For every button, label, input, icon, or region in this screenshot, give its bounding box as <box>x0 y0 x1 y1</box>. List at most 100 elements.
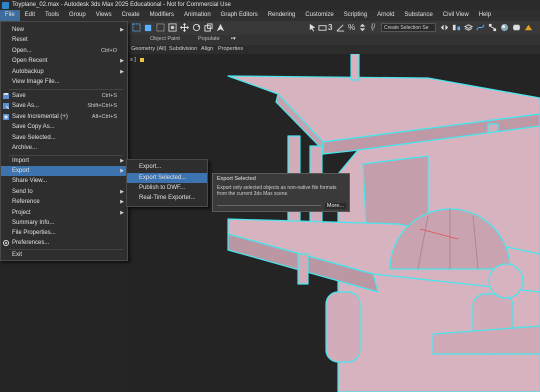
file-menu-reset[interactable]: Reset <box>1 35 127 45</box>
export-selected-item[interactable]: Export Selected... <box>127 173 207 183</box>
menu-item-label: Preferences... <box>12 240 50 246</box>
ribbon-populate[interactable]: Populate <box>198 36 220 42</box>
tab-subdivision[interactable]: Subdivision <box>166 45 200 54</box>
percent-snap-icon[interactable]: % <box>348 23 355 33</box>
select-region-icon[interactable] <box>132 23 141 32</box>
file-menu-open[interactable]: Open... Ctrl+O <box>1 46 127 56</box>
rotate-icon[interactable] <box>192 23 201 32</box>
menu-customize[interactable]: Customize <box>300 10 338 21</box>
schematic-view-icon[interactable] <box>488 23 497 32</box>
menu-civil-view[interactable]: Civil View <box>438 10 474 21</box>
mirror-icon[interactable] <box>440 23 449 32</box>
file-menu-open-recent[interactable]: Open Recent ▶ <box>1 56 127 66</box>
menu-item-label: Send to <box>12 189 33 195</box>
file-menu-archive[interactable]: Archive... <box>1 143 127 153</box>
menu-item-label: Export <box>12 168 30 174</box>
file-menu-export[interactable]: Export ▶ <box>1 166 127 176</box>
move-icon[interactable] <box>180 23 189 32</box>
menu-arnold[interactable]: Arnold <box>372 10 399 21</box>
toy-plane-model[interactable] <box>128 54 540 392</box>
layer-explorer-icon[interactable] <box>464 23 473 32</box>
file-menu-project[interactable]: Project ▶ <box>1 208 127 218</box>
file-menu-preferences[interactable]: Preferences... <box>1 238 127 248</box>
menu-scripting[interactable]: Scripting <box>339 10 372 21</box>
tab-align[interactable]: Align <box>198 45 216 54</box>
file-menu-send-to[interactable]: Send to ▶ <box>1 187 127 197</box>
ribbon-dropdown-icon[interactable]: ▪▾ <box>231 36 236 42</box>
snap-3d-icon[interactable]: 3 <box>328 23 332 33</box>
menu-substance[interactable]: Substance <box>399 10 437 21</box>
menu-item-label: Publish to DWF... <box>139 185 186 191</box>
menu-rendering[interactable]: Rendering <box>263 10 301 21</box>
tooltip-title: Export Selected <box>217 176 256 182</box>
menu-item-label: Exit <box>12 252 23 258</box>
ribbon-top: Object Paint Populate ▪▾ <box>128 35 540 45</box>
file-menu-save-selected[interactable]: Save Selected... <box>1 133 127 143</box>
ribbon-object-paint[interactable]: Object Paint <box>150 36 180 42</box>
ribbon-tabs: Geometry (All) Subdivision Align Propert… <box>128 45 540 54</box>
file-menu-import[interactable]: Import ▶ <box>1 156 127 166</box>
keyboard-shortcut-icon[interactable] <box>318 23 327 32</box>
file-menu-save-copy-as[interactable]: Save Copy As... <box>1 122 127 132</box>
menu-group[interactable]: Group <box>64 10 91 21</box>
real-time-exporter-item[interactable]: Real-Time Exporter... <box>127 193 207 203</box>
selection-set-dropdown[interactable]: Create Selection Se <box>381 23 436 32</box>
perspective-viewport[interactable]: s ] <box>128 54 540 392</box>
menu-item-label: Autobackup <box>12 69 44 75</box>
menu-separator <box>9 89 123 90</box>
menu-tools[interactable]: Tools <box>40 10 64 21</box>
export-submenu: Export... Export Selected... Publish to … <box>126 159 208 207</box>
render-setup-icon[interactable] <box>512 23 521 32</box>
file-menu-file-properties[interactable]: File Properties... <box>1 228 127 238</box>
file-menu-reference[interactable]: Reference ▶ <box>1 197 127 207</box>
spinner-snap-icon[interactable] <box>358 23 367 32</box>
window-crossing-icon[interactable] <box>168 23 177 32</box>
menu-file[interactable]: File <box>0 10 20 21</box>
menu-views[interactable]: Views <box>91 10 117 21</box>
menu-item-label: Save Selected... <box>12 135 56 141</box>
file-menu-save-as[interactable]: Save As... Shift+Ctrl+S <box>1 101 127 111</box>
file-menu-exit[interactable]: Exit <box>1 250 127 260</box>
save-incremental-icon <box>3 114 9 120</box>
tab-properties[interactable]: Properties <box>215 45 246 54</box>
region-select-icon[interactable] <box>156 23 165 32</box>
menu-edit[interactable]: Edit <box>20 10 40 21</box>
named-selection-icon[interactable]: {/ <box>371 23 375 33</box>
menu-item-label: Reset <box>12 37 28 43</box>
file-menu-save[interactable]: Save Ctrl+S <box>1 91 127 101</box>
export-item[interactable]: Export... <box>127 162 207 172</box>
material-editor-icon[interactable] <box>500 23 509 32</box>
select-object-icon[interactable] <box>144 23 153 32</box>
menu-item-shortcut: Alt+Ctrl+S <box>91 114 117 120</box>
curve-editor-icon[interactable] <box>476 23 485 32</box>
file-menu-autobackup[interactable]: Autobackup ▶ <box>1 67 127 77</box>
file-menu-summary-info[interactable]: Summary Info... <box>1 218 127 228</box>
menu-graph-editors[interactable]: Graph Editors <box>216 10 263 21</box>
place-icon[interactable] <box>216 23 225 32</box>
menu-animation[interactable]: Animation <box>179 10 216 21</box>
menu-create[interactable]: Create <box>117 10 145 21</box>
menu-item-label: Open... <box>12 48 32 54</box>
tooltip-more-link[interactable]: More... <box>324 203 346 209</box>
menu-modifiers[interactable]: Modifiers <box>145 10 179 21</box>
render-frame-icon[interactable] <box>524 23 533 32</box>
menu-item-label: Save Copy As... <box>12 124 55 130</box>
file-menu-view-image[interactable]: View Image File... <box>1 77 127 87</box>
select-manipulate-icon[interactable] <box>308 23 317 32</box>
menu-item-label: Real-Time Exporter... <box>139 195 196 201</box>
menu-help[interactable]: Help <box>474 10 496 21</box>
file-menu-share-view[interactable]: Share View... <box>1 176 127 186</box>
publish-to-dwf-item[interactable]: Publish to DWF... <box>127 183 207 193</box>
tooltip-divider <box>217 205 321 206</box>
menu-item-shortcut: Ctrl+O <box>100 48 117 54</box>
save-as-icon <box>3 103 9 109</box>
tab-geometry-all[interactable]: Geometry (All) <box>128 45 169 54</box>
file-menu-save-incremental[interactable]: Save Incremental (+) Alt+Ctrl+S <box>1 112 127 122</box>
angle-snap-icon[interactable] <box>336 23 345 32</box>
menu-item-label: Export... <box>139 164 162 170</box>
file-menu-new[interactable]: New ▶ <box>1 25 127 35</box>
scale-icon[interactable] <box>204 23 213 32</box>
menu-item-shortcut: Ctrl+S <box>101 93 117 99</box>
align-icon[interactable] <box>452 23 461 32</box>
submenu-arrow-icon: ▶ <box>120 199 124 205</box>
